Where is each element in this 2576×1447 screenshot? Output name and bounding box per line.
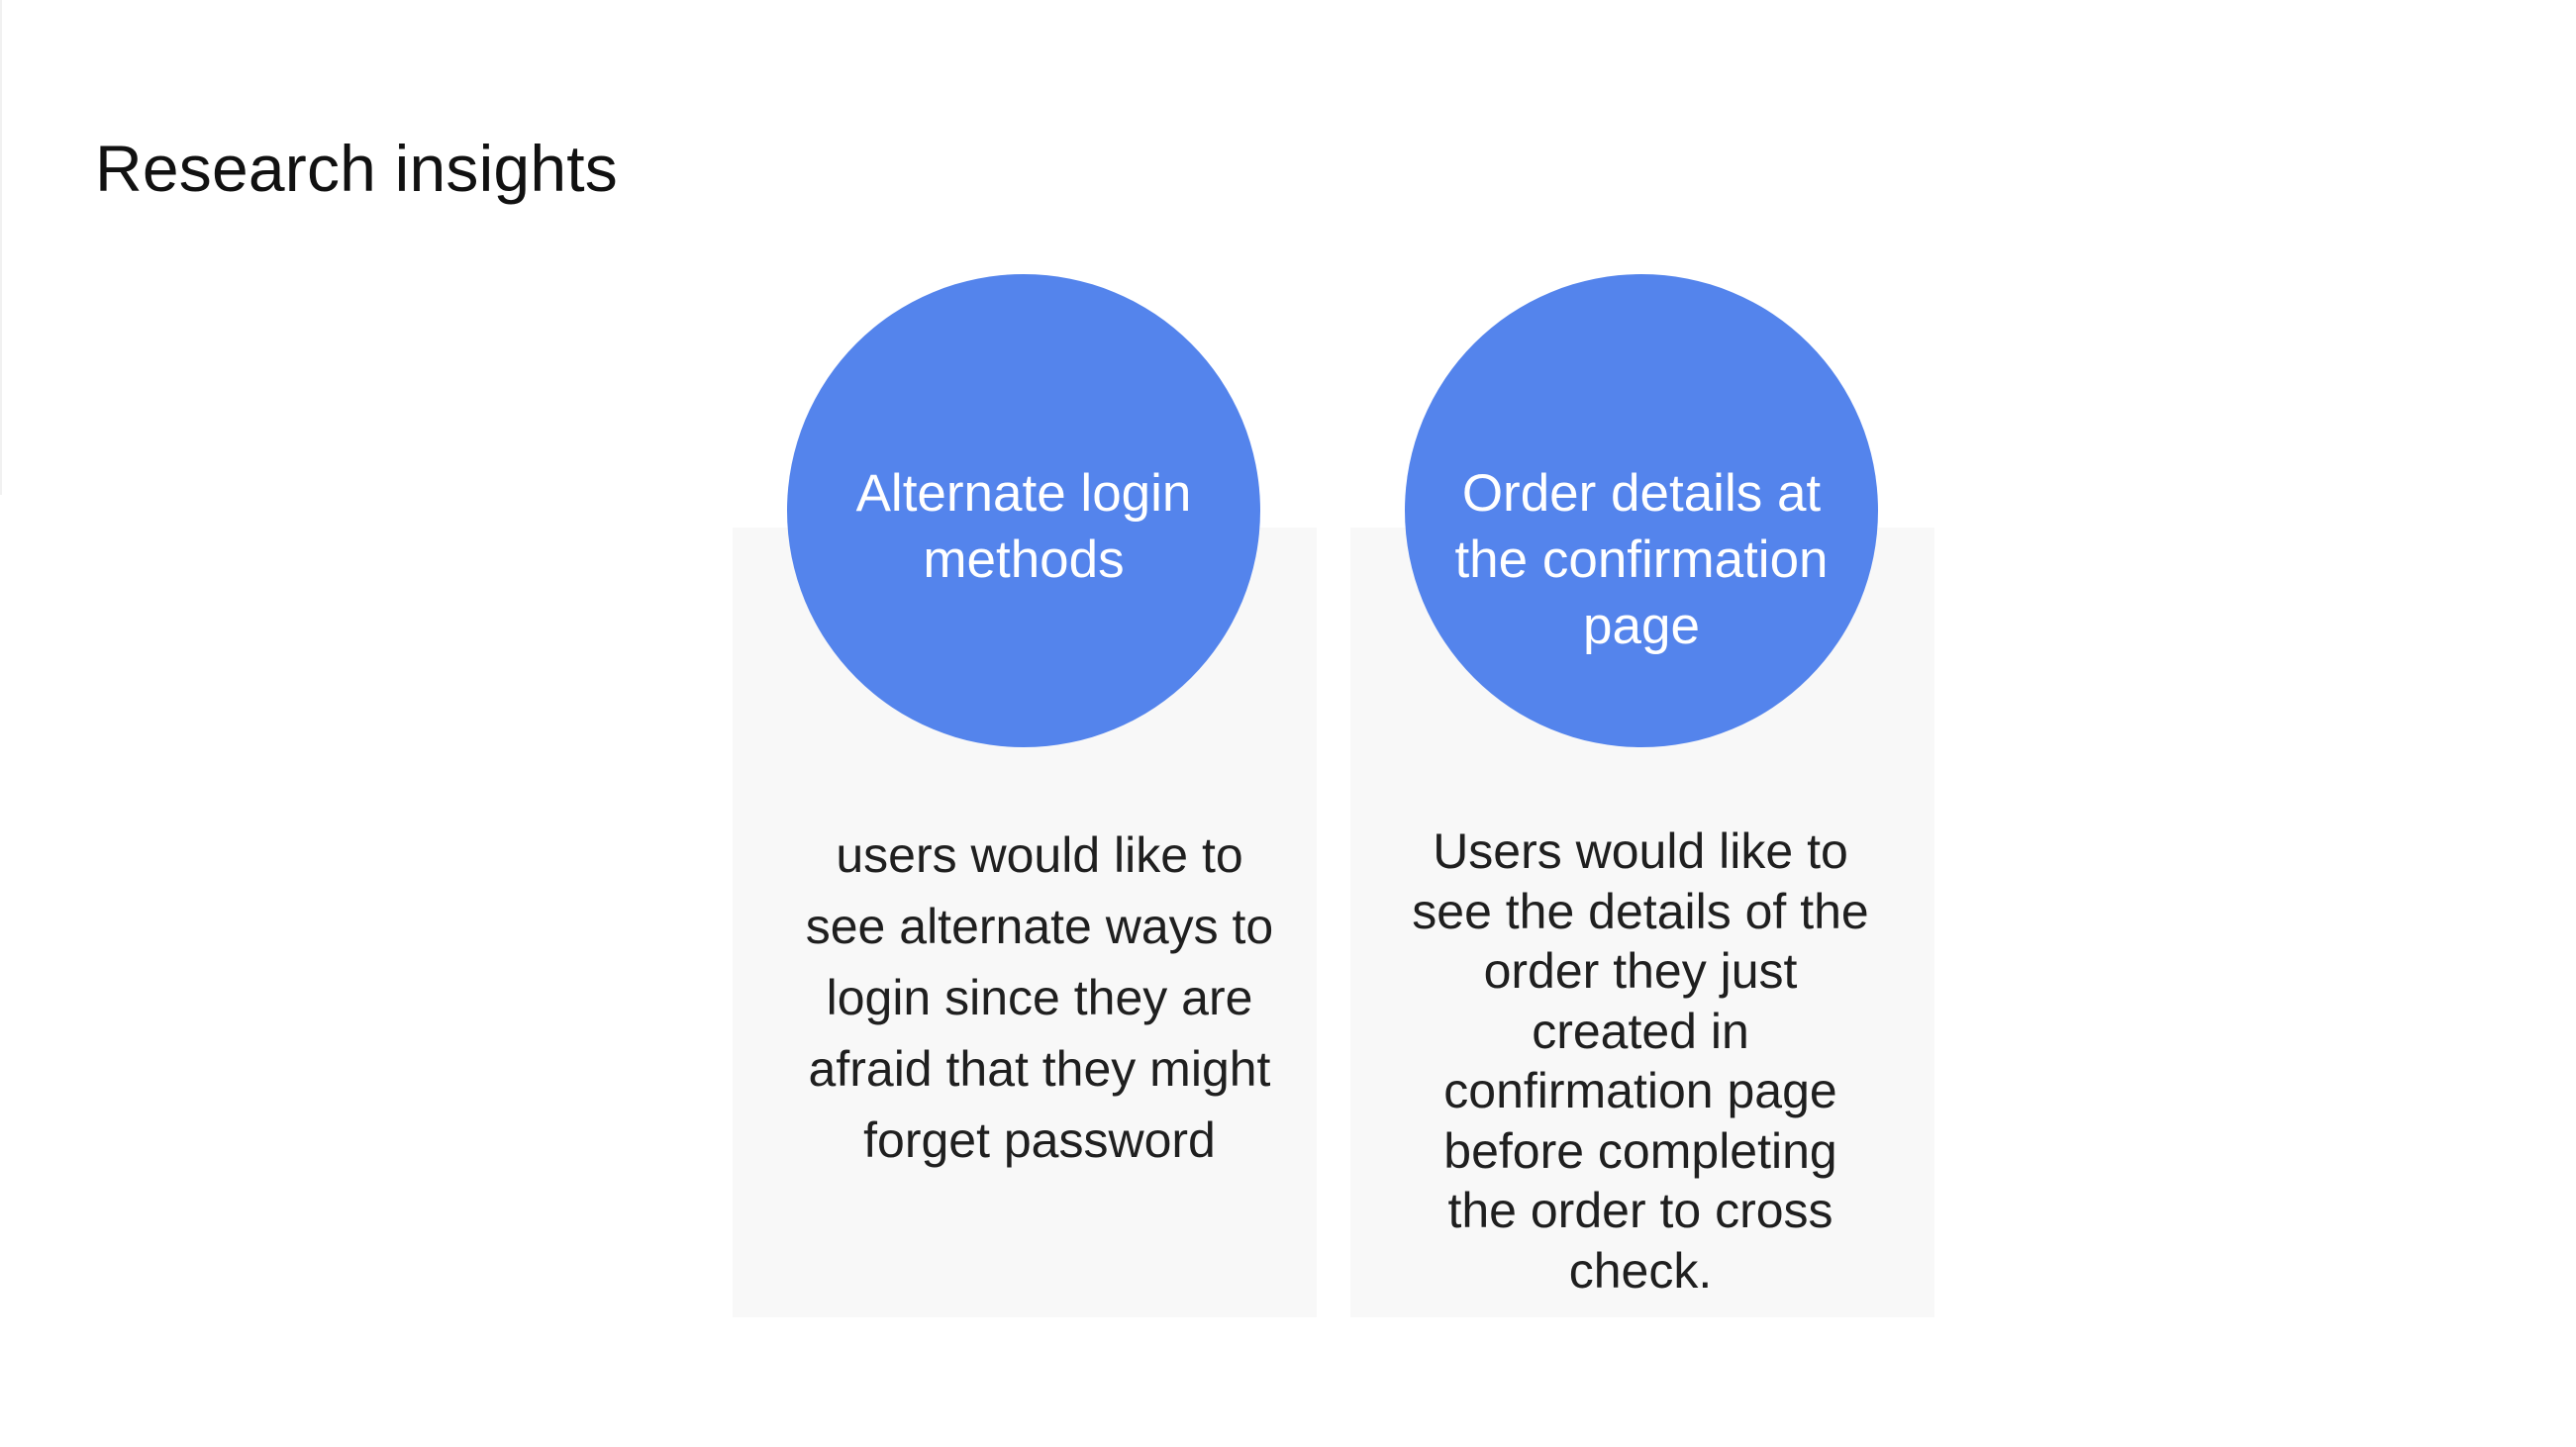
insight-description: users would like to see alternate ways t… [805, 827, 1274, 1168]
insight-circle-order: Order details at the confirmation page [1405, 274, 1878, 747]
slide-edge-divider [0, 0, 2, 495]
insight-heading: Alternate login methods [855, 464, 1192, 589]
insight-circle-login: Alternate login methods [787, 274, 1260, 747]
page-title: Research insights [95, 132, 618, 205]
insight-heading: Order details at the confirmation page [1454, 464, 1829, 655]
insight-description: Users would like to see the details of t… [1412, 823, 1869, 1299]
